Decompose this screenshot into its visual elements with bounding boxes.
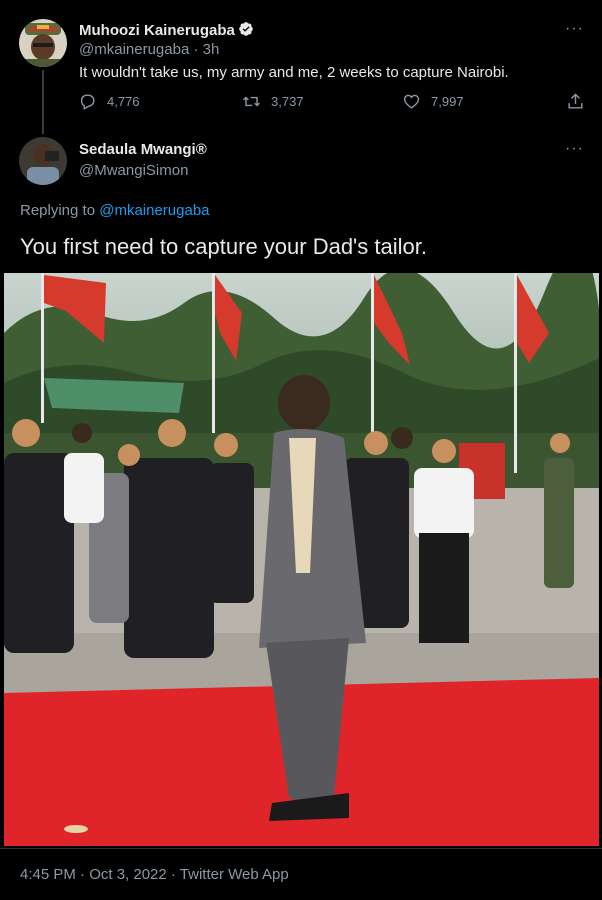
retweet-icon bbox=[243, 96, 260, 107]
like-icon bbox=[403, 94, 420, 109]
original-tweet: Muhoozi Kainerugaba @mkainerugaba · 3h I… bbox=[0, 0, 602, 140]
author-handle[interactable]: @MwangiSimon bbox=[79, 162, 188, 179]
like-button[interactable]: 7,997 bbox=[402, 92, 464, 111]
tweet-text: It wouldn't take us, my army and me, 2 w… bbox=[79, 64, 509, 81]
replying-label: Replying to bbox=[20, 202, 96, 219]
author-name[interactable]: Muhoozi Kainerugaba bbox=[79, 21, 254, 39]
retweet-count: 3,737 bbox=[271, 94, 304, 109]
replying-to: Replying to @mkainerugaba bbox=[20, 202, 210, 219]
action-bar: 4,776 3,737 7,997 bbox=[78, 92, 590, 116]
author-handle[interactable]: @mkainerugaba · 3h bbox=[79, 41, 219, 58]
verified-icon bbox=[239, 22, 253, 36]
reply-button[interactable]: 4,776 bbox=[78, 92, 140, 111]
author-name-text: Muhoozi Kainerugaba bbox=[79, 22, 235, 39]
thread-line bbox=[42, 70, 44, 134]
tweet-metadata[interactable]: 4:45 PM · Oct 3, 2022 · Twitter Web App bbox=[20, 866, 289, 883]
avatar[interactable] bbox=[19, 19, 67, 67]
reply-icon bbox=[80, 94, 95, 110]
author-name[interactable]: Sedaula Mwangi® bbox=[79, 141, 207, 158]
more-icon[interactable]: ··· bbox=[565, 140, 584, 158]
retweet-button[interactable]: 3,737 bbox=[242, 92, 304, 111]
reply-text: You first need to capture your Dad's tai… bbox=[20, 234, 427, 259]
divider bbox=[0, 848, 602, 849]
avatar[interactable] bbox=[19, 137, 67, 185]
attached-photo[interactable] bbox=[4, 273, 599, 846]
share-icon bbox=[568, 93, 583, 109]
share-button[interactable] bbox=[566, 92, 595, 111]
like-count: 7,997 bbox=[431, 94, 464, 109]
more-icon[interactable]: ··· bbox=[565, 20, 584, 38]
timestamp[interactable]: 3h bbox=[203, 41, 220, 58]
mention-link[interactable]: @mkainerugaba bbox=[99, 202, 209, 219]
handle-text: @mkainerugaba bbox=[79, 41, 190, 58]
reply-count: 4,776 bbox=[107, 94, 140, 109]
